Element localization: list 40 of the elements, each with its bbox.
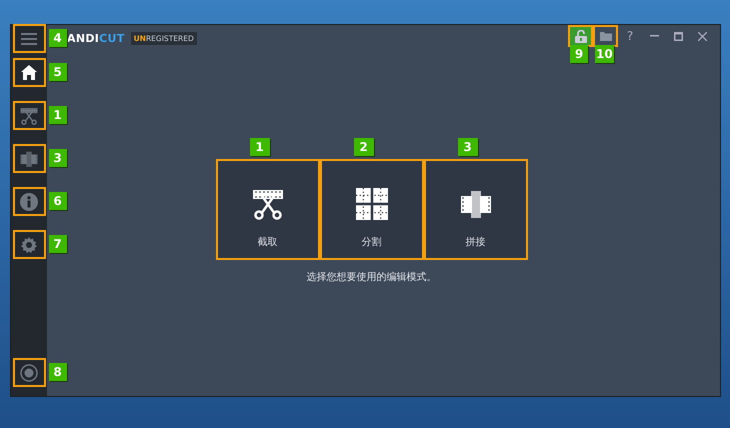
callout-badge: 3: [458, 138, 478, 156]
callout-badge: 3: [48, 149, 66, 167]
sidebar-settings-button[interactable]: [12, 230, 46, 259]
folder-icon: [600, 31, 612, 41]
callout-badge: 1: [250, 138, 270, 156]
callout-badge: 1: [48, 106, 66, 124]
grid-film-icon: [356, 188, 388, 220]
sidebar-trim-button[interactable]: [12, 101, 46, 130]
gear-icon: [20, 236, 38, 254]
menu-icon: [21, 32, 37, 44]
callout-badge: 10: [595, 45, 614, 63]
callout-badge: 9: [570, 45, 588, 63]
callout-badge: 7: [48, 235, 66, 253]
info-icon: [20, 192, 38, 210]
instruction-text: 选择您想要使用的编辑模式。: [306, 270, 436, 284]
film-strips-icon: [460, 188, 492, 220]
maximize-icon: [674, 32, 682, 40]
split-mode-button[interactable]: 分割: [320, 159, 424, 260]
callout-badge: 6: [48, 192, 66, 210]
sidebar-record-button[interactable]: [12, 358, 46, 387]
sidebar-join-button[interactable]: [12, 144, 46, 173]
scissors-film-icon: [252, 188, 284, 220]
callout-badge: 8: [48, 363, 66, 381]
callout-badge: 2: [354, 138, 374, 156]
film-strips-icon: [20, 150, 38, 168]
record-icon: [20, 364, 38, 382]
app-logo: ANDICUT: [67, 32, 125, 44]
sidebar-info-button[interactable]: [12, 187, 46, 216]
trim-mode-button[interactable]: 截取: [216, 159, 320, 260]
join-mode-button[interactable]: 拼接: [424, 159, 528, 260]
close-icon: [698, 32, 706, 40]
minimize-icon: [650, 35, 658, 37]
callout-badge: 4: [48, 29, 66, 47]
help-button[interactable]: ?: [618, 25, 642, 47]
scissors-film-icon: [20, 106, 38, 124]
sidebar-home-button[interactable]: [12, 58, 46, 87]
callout-badge: 5: [48, 63, 66, 81]
unlocked-padlock-icon: [574, 30, 586, 42]
sidebar-menu-button[interactable]: [12, 24, 46, 53]
home-icon: [21, 65, 37, 80]
